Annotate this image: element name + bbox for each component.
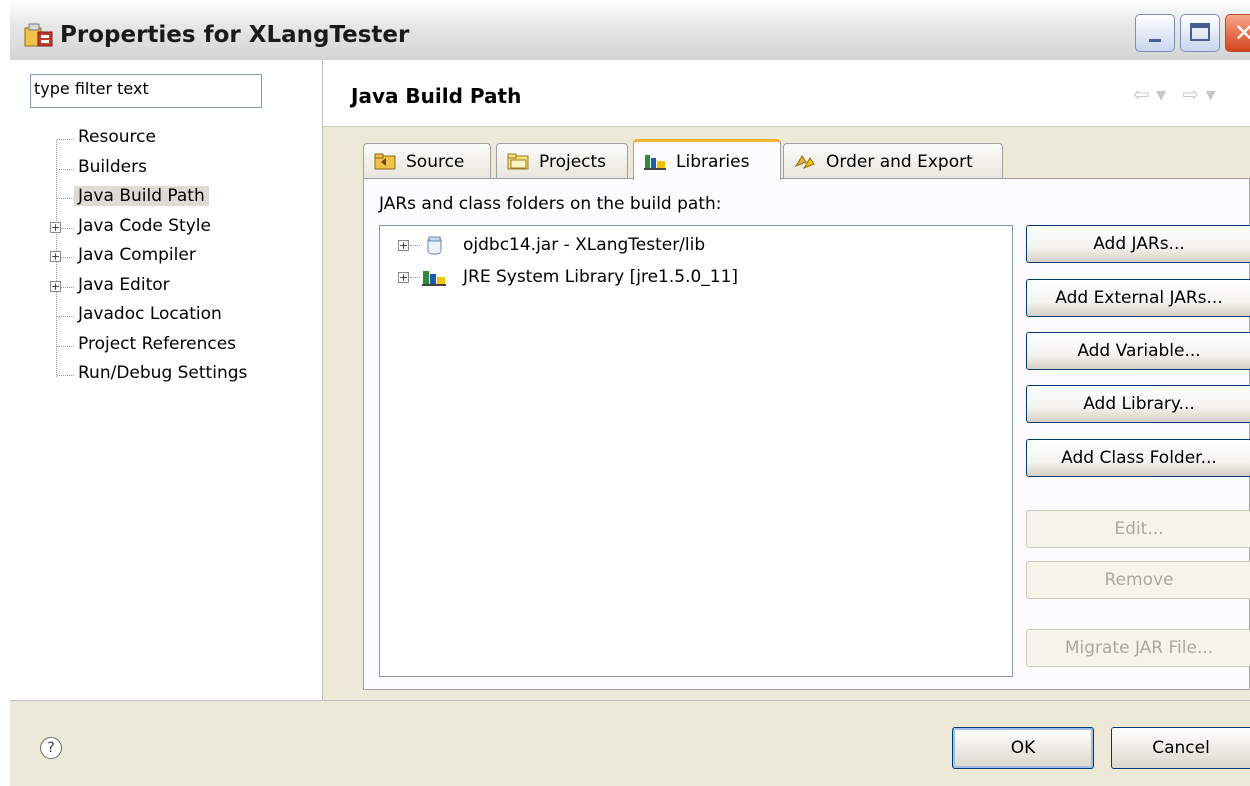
add-external-jars-button[interactable]: Add External JARs... — [1026, 279, 1250, 317]
tree-connector — [57, 375, 74, 376]
expand-icon[interactable]: + — [50, 251, 61, 262]
tab-strip: Source Projects Libraries Order and Export — [363, 139, 1223, 180]
tab-label: Source — [406, 152, 465, 172]
title-bar[interactable]: Properties for XLangTester ✕ — [10, 0, 1250, 61]
tree-item-label: Resource — [78, 127, 156, 147]
dialog-footer: ? OK Cancel — [10, 700, 1250, 786]
page-title: Java Build Path — [351, 84, 522, 108]
page-navigation: ⇦ ▾ ⇨ ▾ — [1133, 82, 1216, 106]
tree-connector — [410, 277, 420, 278]
tree-item-label: Run/Debug Settings — [78, 363, 248, 383]
jre-library-icon — [422, 271, 446, 286]
library-entry-1[interactable]: + ojdbc14.jar - XLangTester/lib — [398, 232, 998, 260]
tree-connector — [57, 198, 74, 199]
tree-connector — [57, 139, 74, 140]
tree-item-label: Builders — [78, 156, 147, 177]
order-export-icon — [794, 155, 815, 170]
add-jars-button[interactable]: Add JARs... — [1026, 225, 1250, 263]
tab-projects[interactable]: Projects — [496, 143, 628, 179]
ok-button[interactable]: OK — [952, 727, 1094, 769]
property-page-content: Java Build Path ⇦ ▾ ⇨ ▾ Source Projects Li… — [323, 60, 1250, 700]
properties-dialog: Properties for XLangTester ✕ type filter… — [10, 0, 1250, 786]
tree-connector — [57, 168, 74, 170]
close-icon: ✕ — [1234, 19, 1250, 47]
window-title: Properties for XLangTester — [60, 22, 410, 48]
libraries-tab-panel: JARs and class folders on the build path… — [363, 178, 1250, 690]
cancel-button[interactable]: Cancel — [1111, 727, 1250, 769]
library-entry-label: JRE System Library [jre1.5.0_11] — [463, 267, 739, 287]
add-library-button[interactable]: Add Library... — [1026, 385, 1250, 423]
help-icon[interactable]: ? — [40, 737, 62, 759]
tree-item-java-code-style[interactable]: + Java Code Style — [10, 214, 322, 243]
expand-icon[interactable]: + — [398, 272, 409, 283]
tree-item-java-editor[interactable]: + Java Editor — [10, 273, 322, 302]
edit-button[interactable]: Edit... — [1026, 510, 1250, 548]
expand-icon[interactable]: + — [50, 280, 61, 292]
tab-label: Order and Export — [826, 152, 973, 172]
add-variable-button[interactable]: Add Variable... — [1026, 332, 1250, 370]
maximize-button[interactable] — [1180, 14, 1220, 52]
build-path-heading: JARs and class folders on the build path… — [379, 194, 722, 214]
tab-label: Projects — [539, 152, 607, 172]
tab-label: Libraries — [676, 152, 750, 172]
close-button[interactable]: ✕ — [1225, 14, 1250, 52]
minimize-icon — [1149, 39, 1161, 42]
tree-item-builders[interactable]: Builders — [10, 155, 322, 184]
expand-icon[interactable]: + — [50, 221, 61, 233]
properties-app-icon — [24, 23, 53, 47]
tree-item-label: Java Build Path — [74, 186, 209, 206]
property-page-sidebar: type filter text Resource Builders Java Bu… — [10, 60, 323, 700]
forward-arrow-icon[interactable]: ⇨ ▾ — [1183, 82, 1216, 106]
tree-item-label: Project References — [78, 333, 237, 354]
tree-item-java-build-path[interactable]: Java Build Path — [10, 184, 322, 213]
tree-item-label: Java Code Style — [78, 215, 211, 236]
filter-input[interactable]: type filter text — [30, 74, 262, 108]
add-class-folder-button[interactable]: Add Class Folder... — [1026, 439, 1250, 477]
library-entry-2[interactable]: + JRE System Library [jre1.5.0_11] — [398, 264, 998, 292]
tree-connector — [57, 316, 74, 317]
jar-icon — [427, 236, 442, 255]
tree-connector — [57, 345, 74, 347]
tree-item-javadoc-location[interactable]: Javadoc Location — [10, 302, 322, 331]
tab-source[interactable]: Source — [363, 143, 491, 179]
tab-order-and-export[interactable]: Order and Export — [783, 143, 1003, 179]
remove-button[interactable]: Remove — [1026, 561, 1250, 599]
tree-connector — [410, 245, 420, 246]
libraries-icon — [644, 155, 666, 170]
source-folder-icon — [374, 153, 396, 170]
tree-item-java-compiler[interactable]: + Java Compiler — [10, 243, 322, 272]
tree-item-project-references[interactable]: Project References — [10, 332, 322, 361]
build-path-list[interactable]: + ojdbc14.jar - XLangTester/lib + JRE Syste… — [379, 225, 1013, 677]
migrate-jar-file-button[interactable]: Migrate JAR File... — [1026, 629, 1250, 667]
minimize-button[interactable] — [1135, 14, 1175, 52]
tree-item-label: Java Compiler — [78, 245, 196, 265]
tree-item-run-debug-settings[interactable]: Run/Debug Settings — [10, 361, 322, 390]
maximize-icon — [1190, 23, 1210, 41]
expand-icon[interactable]: + — [398, 240, 409, 251]
library-entry-label: ojdbc14.jar - XLangTester/lib — [463, 235, 706, 255]
back-arrow-icon[interactable]: ⇦ ▾ — [1133, 82, 1166, 106]
tree-item-label: Javadoc Location — [78, 304, 222, 324]
projects-folder-icon — [507, 153, 529, 170]
tab-libraries[interactable]: Libraries — [633, 139, 781, 180]
page-header: Java Build Path ⇦ ▾ ⇨ ▾ — [323, 60, 1250, 127]
tree-item-label: Java Editor — [78, 274, 170, 295]
tree-item-resource[interactable]: Resource — [10, 125, 322, 154]
